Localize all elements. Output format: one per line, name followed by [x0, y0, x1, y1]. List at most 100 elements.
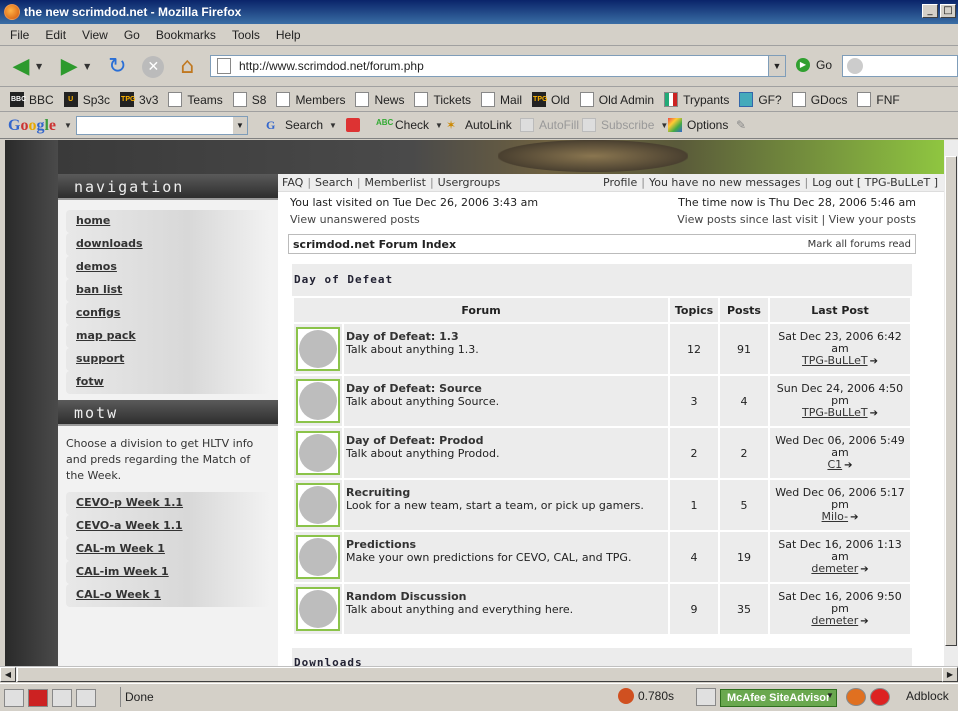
- faq-link[interactable]: FAQ: [282, 176, 303, 189]
- status-block-icon[interactable]: [28, 688, 48, 707]
- bookmark-gdocs[interactable]: GDocs: [791, 92, 847, 107]
- status-window-icon[interactable]: [52, 688, 72, 707]
- back-dropdown-icon[interactable]: ▼: [36, 62, 42, 71]
- nav-link-demos[interactable]: demos: [66, 256, 270, 279]
- forum-title-link[interactable]: Recruiting: [346, 486, 668, 499]
- page-info-icon[interactable]: [696, 688, 716, 706]
- bookmark-mail[interactable]: Mail: [481, 92, 522, 107]
- nav-link-downloads[interactable]: downloads: [66, 233, 270, 256]
- adblock-button[interactable]: Adblock: [906, 689, 949, 703]
- firefox-status-icon[interactable]: [846, 688, 866, 706]
- scroll-right-icon[interactable]: ▶: [942, 667, 958, 682]
- news-icon[interactable]: [346, 118, 365, 132]
- go-to-post-icon[interactable]: ➔: [860, 564, 868, 575]
- google-menu-dropdown-icon[interactable]: ▼: [64, 121, 72, 130]
- memberlist-link[interactable]: Memberlist: [365, 176, 426, 189]
- bookmark-trypants[interactable]: Trypants: [664, 92, 729, 107]
- motw-link-cal-m[interactable]: CAL-m Week 1: [66, 538, 270, 561]
- category-title[interactable]: Day of Defeat: [292, 264, 912, 296]
- menu-file[interactable]: File: [4, 28, 35, 42]
- bookmark-members[interactable]: Members: [276, 92, 345, 107]
- messages-link[interactable]: You have no new messages: [649, 176, 801, 189]
- go-to-post-icon[interactable]: ➔: [844, 460, 852, 471]
- last-post-user-link[interactable]: TPG-BuLLeT: [802, 406, 868, 419]
- forward-arrow-icon[interactable]: ▶: [56, 54, 82, 80]
- url-text[interactable]: http://www.scrimdod.net/forum.php: [239, 59, 424, 73]
- nav-link-fotw[interactable]: fotw: [66, 371, 270, 394]
- search-link[interactable]: Search: [315, 176, 353, 189]
- search-engine-icon[interactable]: [847, 58, 863, 74]
- nav-link-home[interactable]: home: [66, 210, 270, 233]
- home-icon[interactable]: ⌂: [174, 54, 200, 80]
- bookmark-sp3c[interactable]: U Sp3c: [63, 92, 110, 107]
- mcafee-dropdown-icon[interactable]: ▼: [826, 691, 834, 700]
- bookmark-tickets[interactable]: Tickets: [414, 92, 471, 107]
- last-post-user-link[interactable]: demeter: [811, 614, 858, 627]
- mark-forums-read-link[interactable]: Mark all forums read: [808, 239, 911, 250]
- maximize-button[interactable]: □: [940, 4, 956, 18]
- options-button[interactable]: Options: [668, 118, 728, 132]
- scroll-left-icon[interactable]: ◀: [0, 667, 16, 682]
- bookmark-old-admin[interactable]: Old Admin: [579, 92, 654, 107]
- go-to-post-icon[interactable]: ➔: [870, 408, 878, 419]
- forum-title-link[interactable]: Day of Defeat: Source: [346, 382, 668, 395]
- nav-link-support[interactable]: support: [66, 348, 270, 371]
- horizontal-scrollbar[interactable]: ◀ ▶: [0, 666, 958, 682]
- motw-link-cal-im[interactable]: CAL-im Week 1: [66, 561, 270, 584]
- menu-tools[interactable]: Tools: [226, 28, 266, 42]
- unanswered-posts-link[interactable]: View unanswered posts: [290, 212, 420, 230]
- logout-link[interactable]: Log out [ TPG-BuLLeT ]: [812, 176, 938, 189]
- forum-title-link[interactable]: Day of Defeat: 1.3: [346, 330, 668, 343]
- bookmark-fnf[interactable]: FNF: [857, 92, 900, 107]
- bookmark-old[interactable]: TPG Old: [532, 92, 570, 107]
- go-button[interactable]: ▶ Go: [796, 58, 832, 72]
- bookmark-teams[interactable]: Teams: [168, 92, 223, 107]
- search-engine-box[interactable]: [842, 55, 958, 77]
- status-plugin-icon[interactable]: [4, 688, 24, 707]
- motw-link-cevo-p[interactable]: CEVO-p Week 1.1: [66, 492, 270, 515]
- usergroups-link[interactable]: Usergroups: [438, 176, 501, 189]
- go-to-post-icon[interactable]: ➔: [860, 616, 868, 627]
- autolink-button[interactable]: ✶ AutoLink: [446, 118, 512, 132]
- reload-icon[interactable]: ↻: [104, 54, 130, 80]
- forward-dropdown-icon[interactable]: ▼: [84, 62, 90, 71]
- horizontal-scroll-thumb[interactable]: [17, 667, 945, 682]
- forum-title-link[interactable]: Day of Defeat: Prodod: [346, 434, 668, 447]
- stop-icon[interactable]: ✕: [142, 55, 165, 78]
- bookmark-3v3[interactable]: TPG 3v3: [120, 92, 158, 107]
- your-posts-link[interactable]: View your posts: [829, 213, 916, 226]
- motw-link-cevo-a[interactable]: CEVO-a Week 1.1: [66, 515, 270, 538]
- forum-title-link[interactable]: Random Discussion: [346, 590, 668, 603]
- back-arrow-icon[interactable]: ◀: [8, 54, 34, 80]
- forum-index-link[interactable]: scrimdod.net Forum Index: [293, 238, 456, 251]
- posts-since-last-visit-link[interactable]: View posts since last visit: [677, 213, 818, 226]
- address-bar[interactable]: http://www.scrimdod.net/forum.php ▼: [210, 55, 786, 77]
- last-post-user-link[interactable]: TPG-BuLLeT: [802, 354, 868, 367]
- nav-link-map-pack[interactable]: map pack: [66, 325, 270, 348]
- menu-help[interactable]: Help: [270, 28, 307, 42]
- last-post-user-link[interactable]: Milo-: [822, 510, 849, 523]
- bookmark-s8[interactable]: S8: [232, 92, 266, 107]
- nav-link-configs[interactable]: configs: [66, 302, 270, 325]
- vertical-scroll-thumb[interactable]: [945, 156, 957, 646]
- menu-bookmarks[interactable]: Bookmarks: [150, 28, 222, 42]
- autofill-button[interactable]: AutoFill: [520, 118, 579, 132]
- url-dropdown-icon[interactable]: ▼: [768, 56, 785, 76]
- menu-view[interactable]: View: [76, 28, 114, 42]
- google-logo[interactable]: Google: [8, 117, 56, 135]
- go-to-post-icon[interactable]: ➔: [850, 512, 858, 523]
- status-edit-icon[interactable]: [76, 688, 96, 707]
- vertical-scrollbar[interactable]: [944, 140, 958, 666]
- no-entry-icon[interactable]: [870, 688, 890, 706]
- google-search-input[interactable]: ▼: [76, 116, 248, 135]
- bookmark-bbc[interactable]: BBC BBC: [10, 92, 54, 107]
- google-search-dropdown-icon[interactable]: ▼: [233, 117, 247, 134]
- spellcheck-button[interactable]: ABC Check ▼: [376, 118, 443, 132]
- menu-edit[interactable]: Edit: [39, 28, 72, 42]
- forum-title-link[interactable]: Predictions: [346, 538, 668, 551]
- bookmark-news[interactable]: News: [355, 92, 404, 107]
- google-search-button[interactable]: G Search ▼: [266, 118, 337, 132]
- last-post-user-link[interactable]: C1: [827, 458, 842, 471]
- last-post-user-link[interactable]: demeter: [811, 562, 858, 575]
- pencil-icon[interactable]: ✎: [736, 118, 746, 132]
